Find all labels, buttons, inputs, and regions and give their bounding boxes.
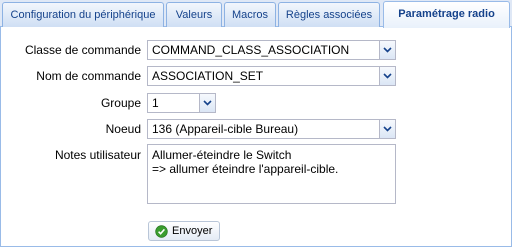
tab-device-config[interactable]: Configuration du périphérique [2,2,164,27]
node-value: 136 (Appareil-cible Bureau) [152,122,299,136]
command-name-value: ASSOCIATION_SET [152,69,264,83]
group-value: 1 [152,96,159,110]
node-label: Noeud [105,122,141,136]
tab-macros[interactable]: Macros [224,2,276,27]
check-circle-icon [155,224,168,238]
tab-radio-settings[interactable]: Paramétrage radio [383,1,510,28]
group-select[interactable]: 1 [147,93,216,113]
command-class-label: Classe de commande [24,43,141,57]
submit-button[interactable]: Envoyer [148,221,220,241]
chevron-down-icon [383,73,392,79]
group-label: Groupe [100,96,141,110]
command-class-trigger[interactable] [379,40,396,60]
tab-associated-rules[interactable]: Règles associées [278,2,380,27]
notes-label: Notes utilisateur [54,148,141,162]
node-trigger[interactable] [379,119,396,139]
command-name-label: Nom de commande [36,69,141,83]
tab-values[interactable]: Valeurs [166,2,222,27]
command-name-trigger[interactable] [379,66,396,86]
group-trigger[interactable] [199,93,216,113]
submit-label: Envoyer [172,225,213,237]
node-select[interactable]: 136 (Appareil-cible Bureau) [147,119,396,139]
command-name-select[interactable]: ASSOCIATION_SET [147,66,396,86]
chevron-down-icon [383,47,392,53]
chevron-down-icon [383,126,392,132]
command-class-value: COMMAND_CLASS_ASSOCIATION [152,43,350,57]
tab-bar: Configuration du périphérique Valeurs Ma… [0,0,512,28]
chevron-down-icon [203,100,212,106]
notes-textarea[interactable]: Allumer-éteindre le Switch => allumer ét… [147,144,396,204]
radio-settings-panel: Classe de commande COMMAND_CLASS_ASSOCIA… [0,27,512,247]
command-class-select[interactable]: COMMAND_CLASS_ASSOCIATION [147,40,396,60]
